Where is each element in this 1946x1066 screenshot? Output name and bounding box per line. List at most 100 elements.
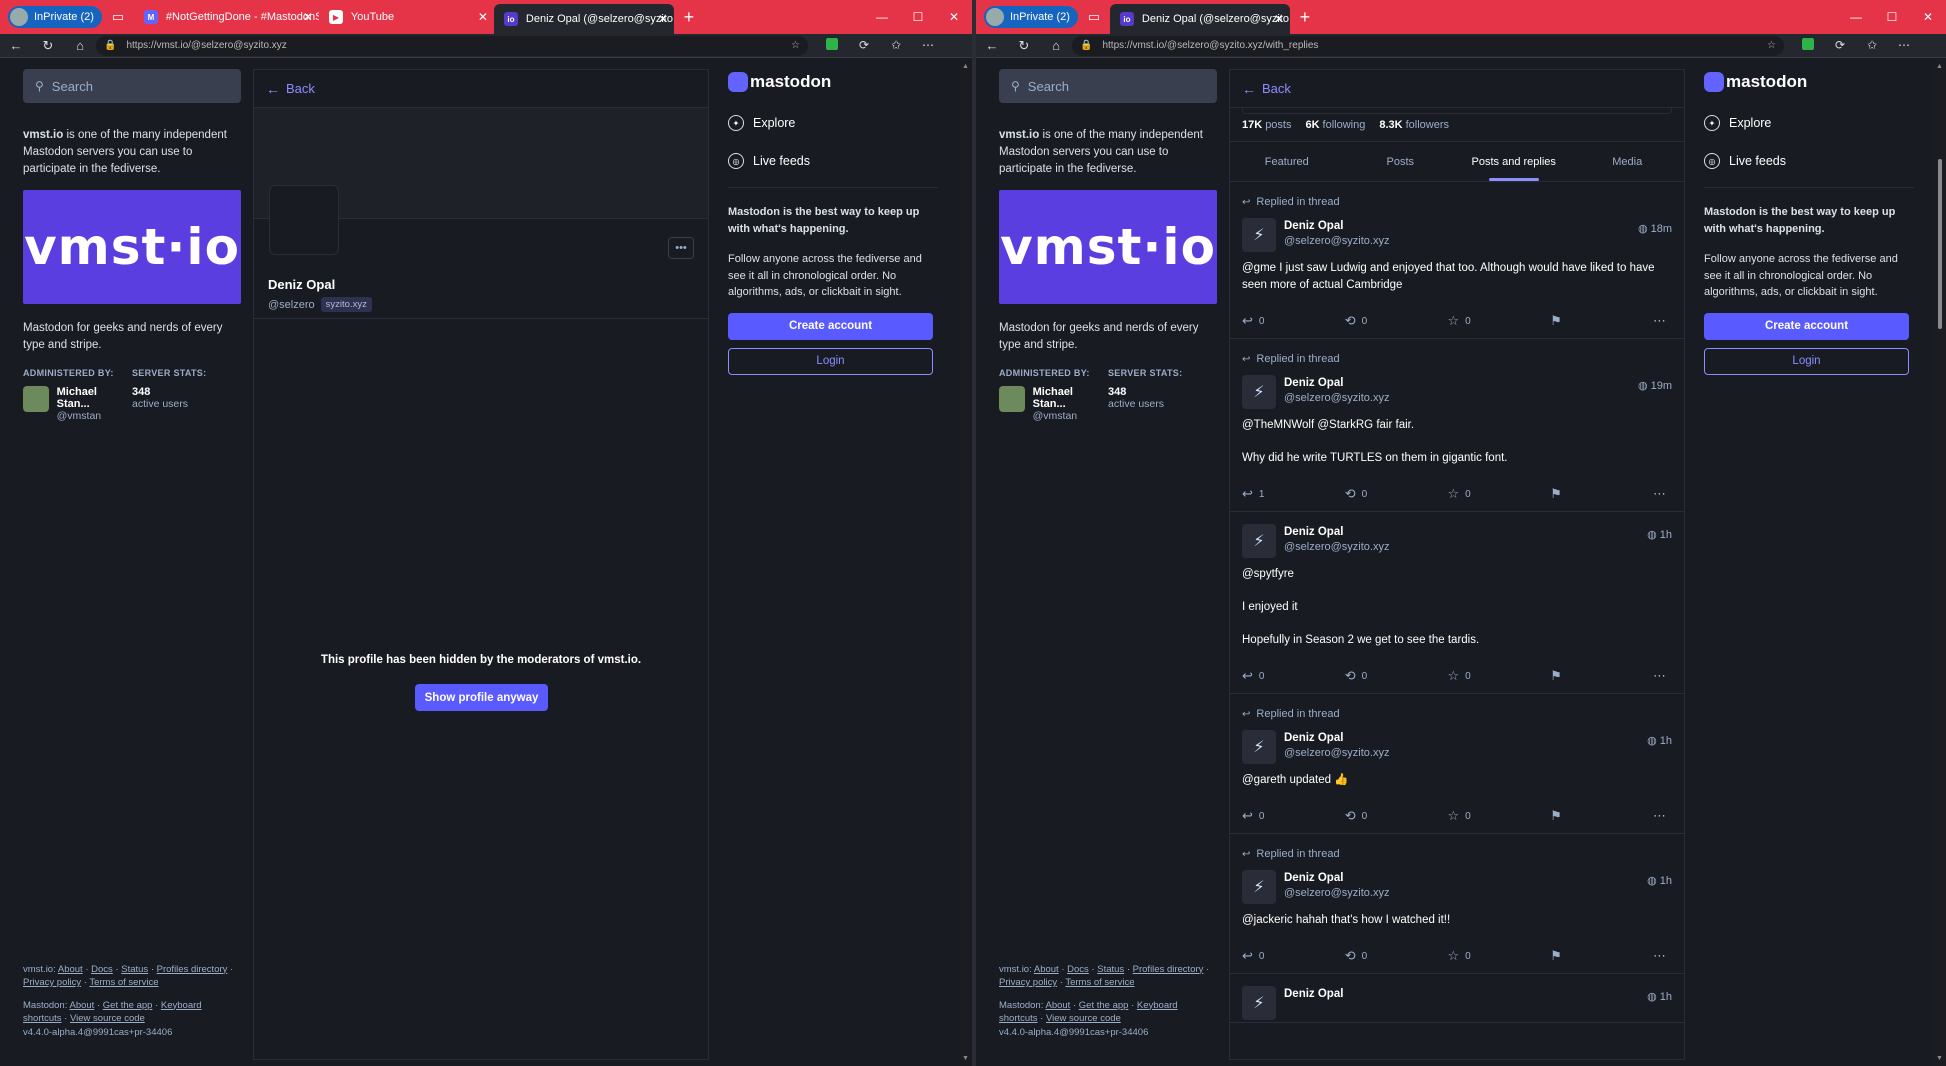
footer-link[interactable]: Status <box>1097 964 1124 975</box>
post-time[interactable]: ◍ 19m <box>1638 379 1672 392</box>
bookmark-button[interactable]: ⚑ <box>1550 948 1653 964</box>
reply-button[interactable]: ↩ 0 <box>1242 808 1345 824</box>
tab-deniz-opal[interactable]: io Deniz Opal (@selzero@syzito.xyz✕ <box>1109 4 1290 34</box>
new-tab-icon[interactable]: + <box>674 7 704 28</box>
url-field[interactable]: 🔒 https://vmst.io/@selzero@syzito.xyz/wit… <box>1072 35 1784 56</box>
favorites-icon[interactable]: ✩ <box>1856 38 1888 53</box>
post-author[interactable]: ⚡ Deniz Opal @selzero@syzito.xyz ◍ 1h <box>1242 524 1672 560</box>
author-name[interactable]: Deniz Opal <box>1284 732 1389 744</box>
author-avatar[interactable]: ⚡ <box>1242 375 1276 409</box>
more-icon[interactable]: ⋯ <box>1888 38 1920 53</box>
post-time[interactable]: ◍ 1h <box>1647 734 1672 747</box>
footer-link[interactable]: Privacy policy <box>23 977 81 988</box>
nav-explore[interactable]: ✦ Explore <box>1704 113 1909 133</box>
boost-button[interactable]: ⟲ 0 <box>1345 668 1448 684</box>
footer-link[interactable]: About <box>1034 964 1059 975</box>
author-name[interactable]: Deniz Opal <box>1284 220 1389 232</box>
footer-link[interactable]: Get the app <box>103 1000 153 1011</box>
tab-featured[interactable]: Featured <box>1230 142 1344 181</box>
scrollbar-thumb[interactable] <box>1938 159 1942 329</box>
nav-live-feeds[interactable]: ◎ Live feeds <box>1704 151 1909 171</box>
scrollbar[interactable]: ▲ ▼ <box>1934 59 1946 1066</box>
following-count[interactable]: 6K following <box>1305 119 1365 131</box>
more-button[interactable]: ⋯ <box>1653 486 1672 502</box>
bookmark-button[interactable]: ⚑ <box>1550 486 1653 502</box>
favourite-button[interactable]: ☆ 0 <box>1448 313 1551 329</box>
search-input[interactable]: ⚲ Search <box>999 69 1217 103</box>
login-button[interactable]: Login <box>728 347 933 375</box>
back-icon[interactable]: ← <box>0 38 32 53</box>
close-window-icon[interactable]: ✕ <box>936 10 972 24</box>
footer-link[interactable]: Terms of service <box>1065 977 1134 988</box>
bookmark-button[interactable]: ⚑ <box>1550 313 1653 329</box>
favorite-star-icon[interactable]: ☆ <box>1767 40 1776 51</box>
post-time[interactable]: ◍ 1h <box>1647 874 1672 887</box>
login-button[interactable]: Login <box>1704 347 1909 375</box>
post-author[interactable]: ⚡ Deniz Opal @selzero@syzito.xyz ◍ 19m <box>1242 375 1672 411</box>
posts-count[interactable]: 17K posts <box>1242 119 1291 131</box>
more-button[interactable]: ⋯ <box>1653 948 1672 964</box>
admin-avatar[interactable] <box>999 386 1025 412</box>
footer-link[interactable]: Get the app <box>1079 1000 1129 1011</box>
sync-icon[interactable]: ⟳ <box>1824 38 1856 53</box>
followers-count[interactable]: 8.3K followers <box>1379 119 1449 131</box>
author-name[interactable]: Deniz Opal <box>1284 526 1389 538</box>
maximize-icon[interactable]: ☐ <box>1874 10 1910 24</box>
footer-link[interactable]: Profiles directory <box>157 964 228 975</box>
footer-link[interactable]: View source code <box>70 1013 145 1024</box>
favourite-button[interactable]: ☆ 0 <box>1448 808 1551 824</box>
back-icon[interactable]: ← <box>976 38 1008 53</box>
author-avatar[interactable]: ⚡ <box>1242 986 1276 1020</box>
new-tab-icon[interactable]: + <box>1290 7 1320 28</box>
admin-name[interactable]: Michael Stan... <box>57 386 132 410</box>
post-item[interactable]: ↩ Replied in thread ⚡ Deniz Opal @selzero@sy… <box>1230 182 1684 339</box>
more-button[interactable]: ⋯ <box>1653 313 1672 329</box>
footer-link[interactable]: Docs <box>91 964 113 975</box>
tab-posts-and-replies[interactable]: Posts and replies <box>1457 142 1571 181</box>
reply-button[interactable]: ↩ 0 <box>1242 313 1345 329</box>
more-button[interactable]: ⋯ <box>1653 808 1672 824</box>
domain-badge[interactable]: syzito.xyz <box>320 297 372 312</box>
tab-youtube[interactable]: ▶ YouTube ✕ <box>319 0 494 34</box>
tab-notgettingdone[interactable]: M #NotGettingDone - #MastodonS ✕ <box>134 0 319 34</box>
show-profile-button[interactable]: Show profile anyway <box>415 684 548 711</box>
close-tab-icon[interactable]: ✕ <box>1274 12 1284 26</box>
refresh-icon[interactable]: ↻ <box>32 38 64 54</box>
extension-icon[interactable] <box>1792 38 1824 53</box>
boost-button[interactable]: ⟲ 0 <box>1345 948 1448 964</box>
favourite-button[interactable]: ☆ 0 <box>1448 948 1551 964</box>
author-avatar[interactable]: ⚡ <box>1242 730 1276 764</box>
post-author[interactable]: ⚡ Deniz Opal @selzero@syzito.xyz ◍ 1h <box>1242 730 1672 766</box>
more-button[interactable]: ⋯ <box>1653 668 1672 684</box>
footer-link[interactable]: About <box>70 1000 95 1011</box>
search-input[interactable]: ⚲ Search <box>23 69 241 103</box>
scrollbar[interactable]: ▲ ▼ <box>960 59 972 1066</box>
post-time[interactable]: ◍ 1h <box>1647 528 1672 541</box>
tab-deniz-opal[interactable]: io Deniz Opal (@selzero@syzito.xyz✕ <box>493 4 674 34</box>
footer-link[interactable]: Privacy policy <box>999 977 1057 988</box>
reply-button[interactable]: ↩ 0 <box>1242 668 1345 684</box>
close-tab-icon[interactable]: ✕ <box>478 10 488 24</box>
url-field[interactable]: 🔒 https://vmst.io/@selzero@syzito.xyz ☆ <box>96 35 808 56</box>
profile-menu-button[interactable]: ••• <box>668 237 694 259</box>
boost-button[interactable]: ⟲ 0 <box>1345 313 1448 329</box>
author-avatar[interactable]: ⚡ <box>1242 524 1276 558</box>
sync-icon[interactable]: ⟳ <box>848 38 880 53</box>
author-avatar[interactable]: ⚡ <box>1242 218 1276 252</box>
back-button[interactable]: ← Back <box>254 70 708 108</box>
create-account-button[interactable]: Create account <box>728 312 933 340</box>
admin-avatar[interactable] <box>23 386 49 412</box>
post-item[interactable]: ⚡ Deniz Opal ◍ 1h <box>1230 974 1684 1023</box>
post-author[interactable]: ⚡ Deniz Opal @selzero@syzito.xyz ◍ 1h <box>1242 870 1672 906</box>
footer-link[interactable]: Profiles directory <box>1133 964 1204 975</box>
close-tab-icon[interactable]: ✕ <box>303 10 313 24</box>
author-avatar[interactable]: ⚡ <box>1242 870 1276 904</box>
mastodon-logo[interactable]: mastodon <box>1704 69 1909 95</box>
tab-media[interactable]: Media <box>1571 142 1685 181</box>
nav-live-feeds[interactable]: ◎ Live feeds <box>728 151 933 171</box>
post-time[interactable]: ◍ 18m <box>1638 222 1672 235</box>
footer-link[interactable]: Docs <box>1067 964 1089 975</box>
tab-actions-icon[interactable]: ▭ <box>1078 0 1110 34</box>
close-window-icon[interactable]: ✕ <box>1910 10 1946 24</box>
boost-button[interactable]: ⟲ 0 <box>1345 808 1448 824</box>
